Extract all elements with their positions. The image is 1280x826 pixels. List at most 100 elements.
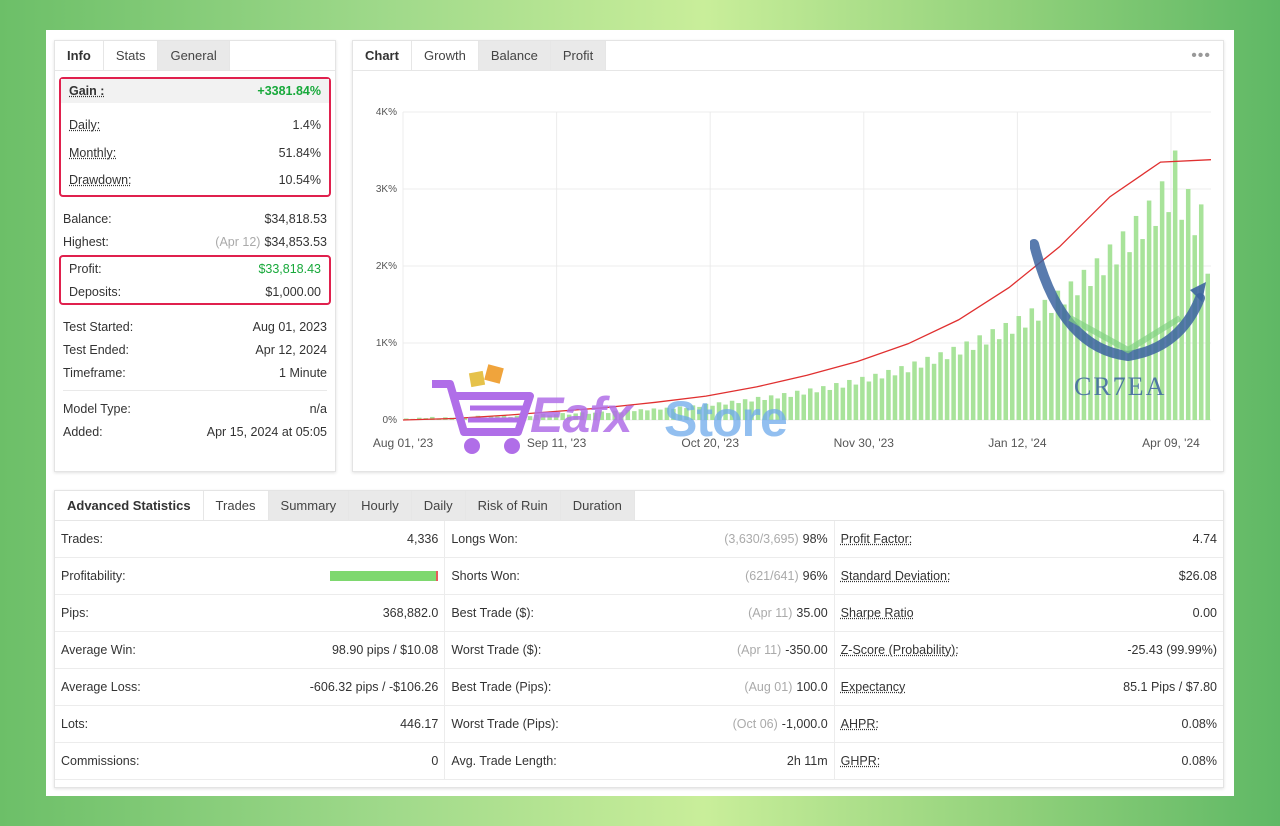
watermark-text-store: Store bbox=[664, 391, 788, 447]
stat-label[interactable]: AHPR: bbox=[841, 717, 879, 731]
deposits-value: $1,000.00 bbox=[265, 284, 321, 299]
model-type-value: n/a bbox=[309, 401, 327, 416]
tab-risk-of-ruin[interactable]: Risk of Ruin bbox=[465, 491, 561, 520]
stat-value-wrap: 446.17 bbox=[400, 717, 438, 731]
cr7ea-text: CR7EA bbox=[1074, 372, 1167, 401]
daily-bar bbox=[847, 379, 852, 420]
stat-label: Worst Trade (Pips): bbox=[451, 717, 559, 731]
stat-value: 0.08% bbox=[1181, 754, 1217, 768]
tab-daily[interactable]: Daily bbox=[411, 491, 466, 520]
profit-label: Profit: bbox=[69, 261, 102, 276]
daily-bar bbox=[840, 387, 846, 420]
timeframe-row: Timeframe: 1 Minute bbox=[55, 361, 335, 384]
eafx-store-logo bbox=[432, 364, 534, 454]
stat-label[interactable]: Standard Deviation: bbox=[841, 569, 951, 583]
tab-duration[interactable]: Duration bbox=[560, 491, 635, 520]
stat-label: Shorts Won: bbox=[451, 569, 520, 583]
screenshot-frame: Info Stats General Gain : +3381.84% Dail… bbox=[46, 30, 1234, 796]
tab-summary[interactable]: Summary bbox=[268, 491, 350, 520]
balance-label: Balance: bbox=[63, 211, 112, 226]
test-started-row: Test Started: Aug 01, 2023 bbox=[55, 315, 335, 338]
stat-row: Pips: 368,882.0 bbox=[55, 595, 445, 632]
deposits-label: Deposits: bbox=[69, 284, 122, 299]
daily-bar bbox=[853, 384, 859, 420]
tab-info[interactable]: Info bbox=[55, 41, 104, 70]
stat-label[interactable]: Profit Factor: bbox=[841, 532, 913, 546]
daily-bar bbox=[801, 394, 806, 420]
tab-profit[interactable]: Profit bbox=[550, 41, 607, 70]
stat-value: 98% bbox=[802, 532, 828, 546]
stats-grid: Trades: 4,336 Profitability: Pips: 368,882.0… bbox=[55, 521, 1223, 780]
profitability-loss-segment bbox=[436, 571, 439, 581]
added-label: Added: bbox=[63, 424, 103, 439]
daily-bar bbox=[658, 409, 663, 420]
stat-value: 0.08% bbox=[1181, 717, 1217, 731]
stat-label: Average Win: bbox=[61, 643, 136, 657]
stat-value-wrap: (Oct 06) -1,000.0 bbox=[733, 717, 828, 731]
stat-label[interactable]: Z-Score (Probability): bbox=[841, 643, 959, 657]
stat-row: Trades: 4,336 bbox=[55, 521, 445, 558]
daily-bar bbox=[964, 341, 969, 420]
daily-bar bbox=[944, 359, 950, 420]
drawdown-label[interactable]: Drawdown: bbox=[69, 173, 132, 187]
stat-value-wrap: 0.08% bbox=[1182, 754, 1217, 768]
advanced-tabs: Advanced Statistics Trades Summary Hourl… bbox=[55, 491, 1223, 521]
stats-column-2: Longs Won: (3,630/3,695) 98% Shorts Won: (62… bbox=[444, 521, 834, 780]
stat-row: Worst Trade (Pips): (Oct 06) -1,000.0 bbox=[445, 706, 834, 743]
stat-value: 85.1 Pips / $7.80 bbox=[1123, 680, 1217, 694]
tab-general[interactable]: General bbox=[158, 41, 230, 70]
test-ended-row: Test Ended: Apr 12, 2024 bbox=[55, 338, 335, 361]
stat-value: 98.90 pips / $10.08 bbox=[331, 643, 439, 657]
more-options-icon[interactable]: ••• bbox=[1191, 47, 1211, 65]
stat-label[interactable]: GHPR: bbox=[841, 754, 881, 768]
highest-label: Highest: bbox=[63, 234, 109, 249]
stat-value: 100.0 bbox=[796, 680, 828, 694]
gain-label[interactable]: Gain : bbox=[69, 84, 104, 98]
stat-note: (Oct 06) bbox=[732, 717, 778, 731]
stat-value: -25.43 (99.99%) bbox=[1127, 643, 1217, 657]
tab-stats[interactable]: Stats bbox=[103, 41, 159, 70]
stat-note: (3,630/3,695) bbox=[724, 532, 799, 546]
daily-bar bbox=[957, 354, 963, 420]
advanced-statistics-panel: Advanced Statistics Trades Summary Hourl… bbox=[54, 490, 1224, 788]
y-tick-label: 2K% bbox=[376, 261, 397, 272]
stats-column-3: Profit Factor: 4.74 Standard Deviation: $26… bbox=[833, 521, 1223, 780]
daily-bar bbox=[1010, 333, 1015, 420]
stat-row: Standard Deviation: $26.08 bbox=[834, 558, 1223, 595]
stat-note: (Apr 11) bbox=[737, 643, 782, 657]
daily-bar bbox=[1016, 316, 1022, 420]
balance-value: $34,818.53 bbox=[264, 211, 327, 226]
profitability-bar bbox=[330, 571, 439, 581]
stat-label: Commissions: bbox=[61, 754, 140, 768]
tab-balance[interactable]: Balance bbox=[478, 41, 551, 70]
stat-value: 0.00 bbox=[1192, 606, 1217, 620]
stat-row: Average Win: 98.90 pips / $10.08 bbox=[55, 632, 445, 669]
stat-row: Commissions: 0 bbox=[55, 743, 445, 780]
highest-date: (Apr 12) bbox=[215, 234, 261, 249]
stat-value-wrap: 98.90 pips / $10.08 bbox=[332, 643, 438, 657]
tab-trades[interactable]: Trades bbox=[203, 491, 269, 520]
stat-note: (Aug 01) bbox=[744, 680, 793, 694]
timeframe-label: Timeframe: bbox=[63, 365, 126, 380]
tab-advanced-statistics[interactable]: Advanced Statistics bbox=[55, 491, 204, 520]
tab-hourly[interactable]: Hourly bbox=[349, 491, 412, 520]
stat-row: Expectancy 85.1 Pips / $7.80 bbox=[834, 669, 1223, 706]
daily-value: 1.4% bbox=[292, 118, 322, 132]
stat-value: 368,882.0 bbox=[382, 606, 439, 620]
daily-bar bbox=[977, 335, 982, 420]
stat-label[interactable]: Expectancy bbox=[841, 680, 906, 694]
stat-value-wrap: 0 bbox=[431, 754, 438, 768]
tab-growth[interactable]: Growth bbox=[411, 41, 479, 70]
daily-label[interactable]: Daily: bbox=[69, 118, 100, 132]
tab-chart[interactable]: Chart bbox=[353, 41, 412, 70]
x-tick-label: Apr 09, '24 bbox=[1142, 436, 1200, 450]
daily-bar bbox=[983, 344, 989, 420]
deposits-row: Deposits: $1,000.00 bbox=[61, 280, 329, 303]
drawdown-row: Drawdown: 10.54% bbox=[61, 167, 329, 193]
monthly-label[interactable]: Monthly: bbox=[69, 146, 116, 160]
stat-value: -350.00 bbox=[785, 643, 828, 657]
stat-label: Average Loss: bbox=[61, 680, 141, 694]
stat-label[interactable]: Sharpe Ratio bbox=[841, 606, 914, 620]
daily-bar bbox=[899, 366, 904, 420]
daily-bar bbox=[873, 373, 878, 420]
